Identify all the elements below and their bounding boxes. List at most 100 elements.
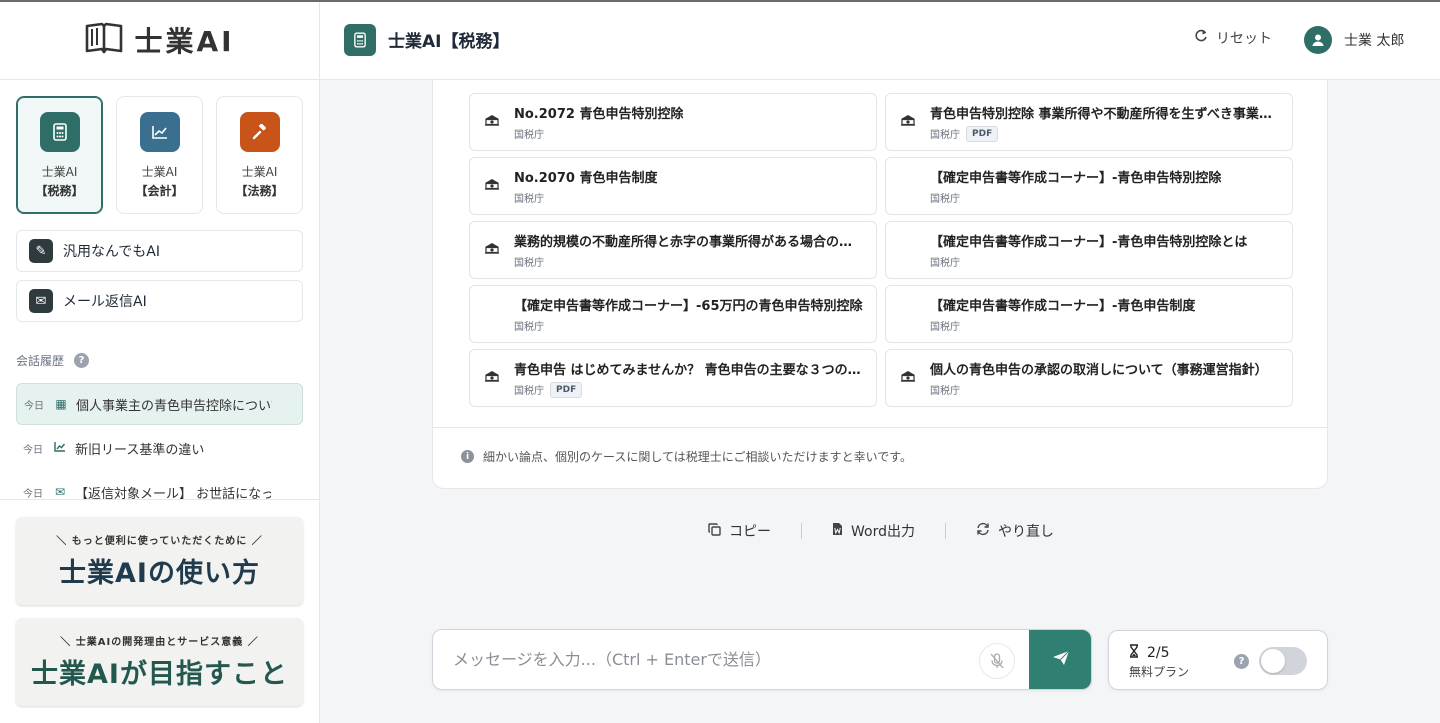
tool-mail-reply-ai[interactable]: ✉ メール返信AI	[16, 280, 303, 322]
avatar	[1304, 26, 1332, 54]
history-item[interactable]: 今日 ▦ 個人事業主の青色申告控除について教えて	[16, 383, 303, 425]
source-title: 個人の青色申告の承認の取消しについて（事務運営指針）	[930, 363, 1268, 378]
mode-selector: 士業AI 【税務】 士業AI 【会計】 士業AI 【法務】	[0, 80, 319, 214]
send-button[interactable]	[1029, 630, 1091, 689]
microphone-off-icon[interactable]	[979, 643, 1015, 679]
action-separator	[944, 523, 946, 539]
calculator-icon: ▦	[55, 397, 67, 411]
word-export-button[interactable]: Word出力	[832, 521, 915, 541]
government-icon	[886, 114, 930, 130]
source-org: 国税庁	[930, 194, 960, 205]
copy-label: コピー	[729, 524, 771, 540]
logo-text: 士業AI	[134, 24, 235, 58]
word-export-label: Word出力	[851, 524, 915, 540]
plan-label: 無料プラン	[1129, 665, 1190, 679]
history-date: 今日	[23, 488, 43, 500]
action-separator	[801, 523, 802, 539]
mode-name: 士業AI	[241, 165, 278, 179]
hourglass-icon	[1129, 644, 1139, 662]
mode-sub: 【税務】	[35, 184, 84, 198]
source-card[interactable]: 個人の青色申告の承認の取消しについて（事務運営指針） 国税庁	[885, 349, 1293, 407]
tool-general-ai[interactable]: ✎ 汎用なんでもAI	[16, 230, 303, 272]
disclaimer-text: 細かい論点、個別のケースに関しては税理士にご相談いただけますと幸いです。	[483, 450, 913, 464]
response-actions: コピー Word出力 やり直し	[708, 521, 1054, 541]
plan-toggle[interactable]	[1259, 647, 1307, 675]
card-divider	[433, 427, 1329, 428]
line-chart-icon	[139, 112, 180, 152]
banner-sub: ＼ 士業AIの開発理由とサービス意義 ／	[60, 637, 259, 648]
mode-accounting[interactable]: 士業AI 【会計】	[116, 96, 203, 214]
source-title: 【確定申告書等作成コーナー】-青色申告制度	[930, 299, 1196, 314]
mode-sub: 【会計】	[135, 184, 184, 198]
history-text: 個人事業主の青色申告控除について教えて	[76, 398, 272, 414]
source-card[interactable]: 青色申告 はじめてみませんか？ 青色申告の主要な３つのメリット 国税庁 PDF	[469, 349, 877, 407]
source-org: 国税庁	[514, 194, 544, 205]
tool-label: メール返信AI	[63, 294, 147, 310]
window-top-border	[0, 0, 1440, 2]
source-card[interactable]: 青色申告特別控除 事業所得や不動産所得を生ずべき事業を営む方 国税庁 PDF	[885, 93, 1293, 151]
info-icon: i	[461, 450, 474, 463]
source-org: 国税庁	[930, 258, 960, 269]
source-meta: 国税庁 PDF	[514, 381, 864, 398]
response-card: No.2072 青色申告特別控除 国税庁 青色申告特別控除 事業所得や不動産所得を生…	[432, 80, 1329, 489]
source-card[interactable]: No.2072 青色申告特別控除 国税庁	[469, 93, 877, 151]
calculator-icon	[344, 23, 376, 56]
history-date: 今日	[23, 444, 43, 456]
pdf-badge: PDF	[550, 381, 583, 398]
message-composer	[432, 629, 1092, 690]
history-text: 新旧リース基準の違い	[75, 442, 205, 458]
government-icon	[470, 178, 514, 194]
message-input[interactable]	[433, 630, 973, 689]
question-icon[interactable]: ?	[1234, 654, 1249, 669]
source-card[interactable]: No.2070 青色申告制度 国税庁	[469, 157, 877, 215]
banner-how-to-use[interactable]: ＼ もっと便利に使っていただくために ／ 士業AIの使い方	[16, 517, 303, 605]
source-card[interactable]: 【確定申告書等作成コーナー】-青色申告特別控除国税庁	[885, 157, 1293, 215]
sidebar-divider	[0, 499, 319, 500]
source-card[interactable]: 【確定申告書等作成コーナー】-65万円の青色申告特別控除 国税庁	[469, 285, 877, 343]
history-date: 今日	[24, 400, 44, 412]
source-card[interactable]: 【確定申告書等作成コーナー】-青色申告特別控除とは 国税庁	[885, 221, 1293, 279]
history-item[interactable]: 今日 新旧リース基準の違い	[16, 427, 303, 469]
history-item[interactable]: 今日 ✉ 【返信対象メール】 お世話になって	[16, 471, 303, 513]
copy-button[interactable]: コピー	[708, 521, 771, 541]
banner-main: 士業AIが目指すこと	[31, 659, 288, 690]
disclaimer-note: i 細かい論点、個別のケースに関しては税理士にご相談いただけますと幸いです。	[461, 448, 912, 465]
source-title: 業務的規模の不動産所得と赤字の事業所得がある場合の青色申告	[514, 235, 864, 250]
usage-count-text: 2/5	[1147, 645, 1170, 661]
plan-panel: 2/5 無料プラン ?	[1108, 630, 1328, 690]
retry-label: やり直し	[997, 524, 1054, 540]
source-list: No.2072 青色申告特別控除 国税庁 青色申告特別控除 事業所得や不動産所得を生…	[469, 93, 1293, 413]
gavel-icon	[239, 112, 280, 152]
source-meta: 国税庁	[514, 126, 683, 141]
source-card[interactable]: 業務的規模の不動産所得と赤字の事業所得がある場合の青色申告 国税庁	[469, 221, 877, 279]
source-card[interactable]: 【確定申告書等作成コーナー】-青色申告制度 国税庁	[885, 285, 1293, 343]
user-name: 士業 太郎	[1344, 33, 1405, 49]
source-org: 国税庁	[514, 386, 544, 397]
retry-button[interactable]: やり直し	[976, 521, 1054, 541]
source-meta: 国税庁	[514, 254, 864, 269]
mode-name: 士業AI	[141, 165, 178, 179]
government-icon	[470, 242, 514, 258]
banner-sub: ＼ もっと便利に使っていただくために ／	[56, 536, 263, 547]
logo[interactable]: 士業AI	[0, 0, 319, 80]
line-chart-icon	[53, 441, 67, 455]
source-org: 国税庁	[514, 322, 544, 333]
mode-tax[interactable]: 士業AI 【税務】	[16, 96, 103, 214]
banner-mission[interactable]: ＼ 士業AIの開発理由とサービス意義 ／ 士業AIが目指すこと	[16, 618, 303, 706]
usage-count: 2/5	[1129, 644, 1170, 662]
calculator-icon	[39, 112, 80, 152]
question-icon[interactable]: ?	[74, 353, 90, 368]
mode-legal[interactable]: 士業AI 【法務】	[216, 96, 303, 214]
government-icon	[470, 370, 514, 386]
copy-icon	[708, 522, 721, 540]
book-logo-icon	[84, 21, 124, 59]
mode-sub: 【法務】	[235, 184, 284, 198]
header: 士業AI【税務】 リセット 士業 太郎	[320, 0, 1440, 80]
source-meta: 国税庁	[930, 382, 1268, 397]
reset-button[interactable]: リセット	[1194, 28, 1272, 48]
source-meta: 国税庁	[514, 190, 657, 205]
source-title: No.2072 青色申告特別控除	[514, 107, 684, 122]
pen-icon: ✎	[29, 239, 53, 263]
source-title: 【確定申告書等作成コーナー】-青色申告特別控除	[930, 171, 1222, 186]
user-menu[interactable]: 士業 太郎	[1304, 26, 1404, 54]
